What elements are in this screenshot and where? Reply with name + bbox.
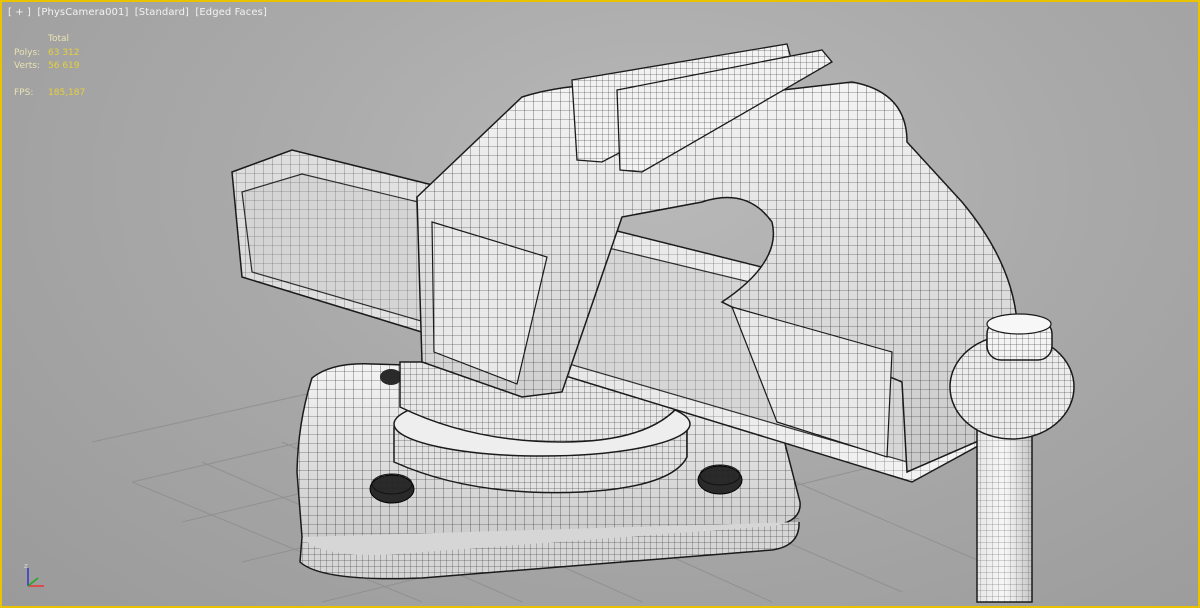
axis-tripod-icon: z <box>24 562 44 587</box>
perspective-viewport[interactable]: [ + ] [PhysCamera001] [Standard] [Edged … <box>0 0 1200 608</box>
vise-screw-handle <box>949 313 1075 603</box>
bench-vise-wireframe-model[interactable] <box>2 2 1198 606</box>
svg-text:z: z <box>24 562 28 570</box>
